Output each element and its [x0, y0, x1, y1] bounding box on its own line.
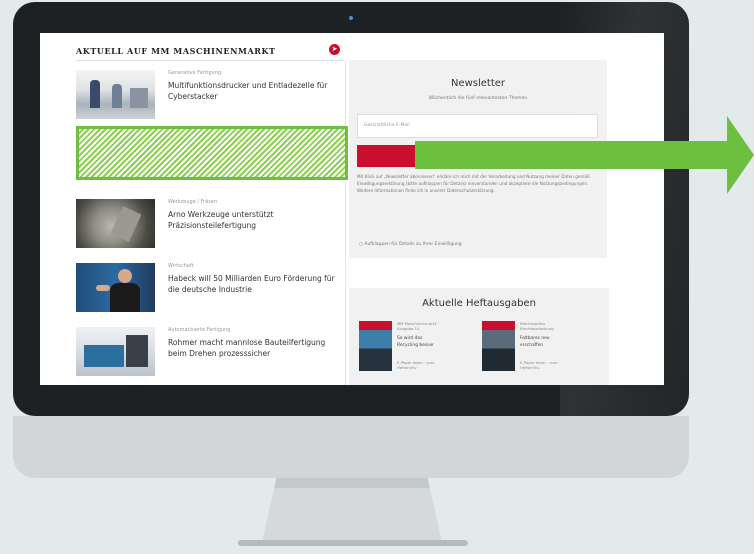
- email-field[interactable]: Geschäftliche E-Mail: [357, 114, 598, 138]
- article-category: Generative Fertigung: [168, 70, 222, 76]
- article-category: Wirtschaft: [168, 263, 194, 269]
- article-title[interactable]: Habeck will 50 Milliarden Euro Förderung…: [168, 273, 343, 295]
- article-image: [76, 327, 155, 376]
- issues-title: Aktuelle Heftausgaben: [422, 298, 536, 309]
- annotation-arrow-shaft: [415, 141, 729, 169]
- monitor-base: [238, 540, 468, 546]
- monitor-stand-shadow: [274, 478, 430, 488]
- newsletter-subtitle: Wöchentlich die fünf relevantesten Theme…: [428, 96, 528, 101]
- article-image: [76, 199, 155, 248]
- issue-meta: MM Maschinenmarkt · Ausgabe 14: [397, 321, 439, 331]
- arrow-right-icon: [727, 116, 754, 194]
- issue-meta: Blechexpress Blechbearbeitung: [520, 321, 554, 331]
- article-image: [76, 263, 155, 312]
- article-image: [76, 70, 155, 119]
- issue-cover[interactable]: [359, 321, 392, 371]
- webcam-icon: [349, 16, 353, 20]
- issue-title[interactable]: So wird das Recycling besser: [397, 336, 443, 349]
- current-issues-box: Aktuelle Heftausgaben MM Maschinenmarkt …: [349, 288, 609, 385]
- consent-details-toggle[interactable]: ○ Aufklappen für Details zu Ihrer Einwil…: [359, 242, 462, 247]
- article-title[interactable]: Rohmer macht mannlose Bauteilfertigung b…: [168, 337, 343, 359]
- list-item[interactable]: Automatisierte Fertigung Rohmer macht ma…: [76, 327, 346, 383]
- arrow-right-icon[interactable]: ➤: [329, 44, 340, 55]
- issue-link[interactable]: E-Paper lesen · zum Heftarchiv: [397, 360, 443, 370]
- monitor-chin: [13, 416, 689, 478]
- consent-text: Mit Klick auf „Newsletter abonnieren“ er…: [357, 174, 590, 193]
- issue-cover[interactable]: [482, 321, 515, 371]
- article-title[interactable]: Arno Werkzeuge unterstützt Präzisionstei…: [168, 209, 343, 231]
- consent-details-label: Aufklappen für Details zu Ihrer Einwilli…: [364, 242, 462, 247]
- section-title: AKTUELL AUF MM MASCHINENMARKT: [76, 46, 276, 56]
- list-item[interactable]: Wirtschaft Habeck will 50 Milliarden Eur…: [76, 263, 346, 319]
- issue-title[interactable]: Faltbares neu erschaffen: [520, 336, 566, 349]
- highlighted-article-slot[interactable]: [76, 126, 348, 180]
- newsletter-title: Newsletter: [450, 78, 506, 89]
- article-title[interactable]: Multifunktionsdrucker und Entladezelle f…: [168, 80, 343, 102]
- list-item[interactable]: Werkzeuge / Fräsen Arno Werkzeuge unters…: [76, 199, 346, 255]
- article-category: Automatisierte Fertigung: [168, 327, 231, 333]
- article-category: Werkzeuge / Fräsen: [168, 199, 218, 205]
- list-item[interactable]: Generative Fertigung Multifunktionsdruck…: [76, 70, 346, 126]
- section-divider: [76, 60, 344, 61]
- website-screen: AKTUELL AUF MM MASCHINENMARKT ➤ Generati…: [40, 33, 664, 385]
- issue-link[interactable]: E-Paper lesen · zum Heftarchiv: [520, 360, 566, 370]
